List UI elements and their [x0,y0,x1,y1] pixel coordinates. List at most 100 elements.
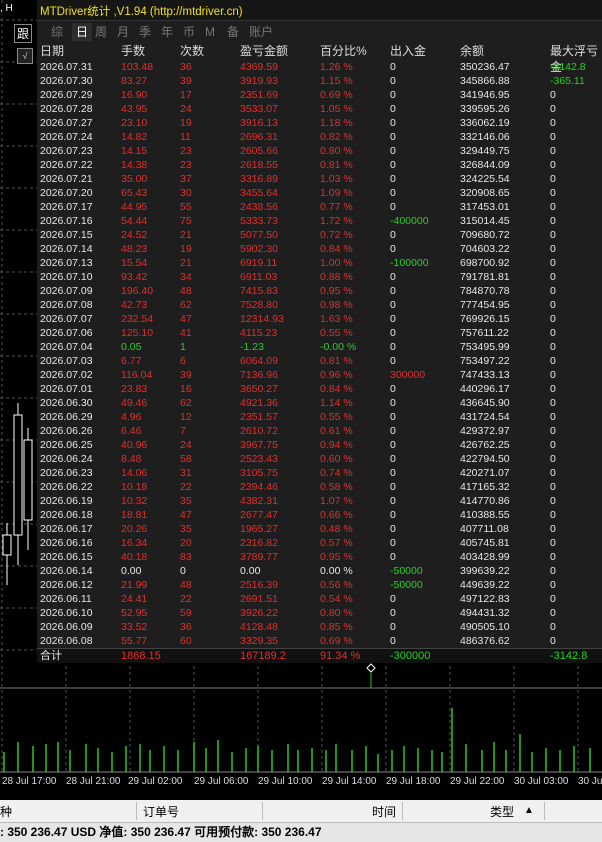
tab-7[interactable]: M [205,23,215,41]
table-row[interactable]: 2026.07.23 14.15 23 2605.66 0.80 % 0 329449.75… [37,144,602,158]
table-row[interactable]: 2026.06.09 33.52 36 4128.48 0.85 % 0 490505.10… [37,620,602,634]
table-cell: 407711.08 [460,523,509,535]
table-row[interactable]: 2026.06.16 16.34 20 2316.82 0.57 % 0 405745.81… [37,536,602,550]
tab-3[interactable]: 月 [117,23,129,41]
column-header[interactable]: 日期 [40,43,64,59]
table-row[interactable]: 2026.06.17 20.26 35 1965.27 0.48 % 0 407711.08… [37,522,602,536]
table-row[interactable]: 2026.07.08 42.73 62 7528.80 0.98 % 0 777454.95… [37,298,602,312]
table-row[interactable]: 2026.07.21 35.00 37 3316.89 1.03 % 0 324225.54… [37,172,602,186]
table-row[interactable]: 2026.06.29 4.96 12 2351.57 0.55 % 0 431724.54 0 [37,410,602,424]
table-cell: 62 [180,397,192,409]
table-cell: 1.15 % [320,75,353,87]
table-cell: 19 [180,117,192,129]
table-row[interactable]: 2026.06.22 10.18 22 2394.46 0.58 % 0 417165.32… [37,480,602,494]
table-cell: 20 [180,537,192,549]
table-row[interactable]: 2026.06.19 10.32 35 4382.31 1.07 % 0 414770.86… [37,494,602,508]
table-row[interactable]: 2026.07.06 125.10 41 4115.23 0.55 % 0 757611.2… [37,326,602,340]
table-row[interactable]: 2026.06.25 40.96 24 3967.75 0.94 % 0 426762.25… [37,438,602,452]
tab-9[interactable]: 账户 [249,23,273,41]
table-row[interactable]: 2026.07.01 23.83 16 3650.27 0.84 % 0 440296.17… [37,382,602,396]
sort-arrow-icon[interactable]: ▲ [524,805,534,816]
table-cell: 0 [550,383,556,395]
tab-6[interactable]: 币 [183,23,195,41]
table-cell: 0 [550,467,556,479]
table-row[interactable]: 2026.06.10 52.95 59 3926.22 0.80 % 0 494431.32… [37,606,602,620]
table-cell: 0 [390,173,396,185]
table-row[interactable]: 2026.07.04 0.05 1 -1.23 -0.00 % 0 753495.99 0 [37,340,602,354]
tab-2[interactable]: 周 [95,23,107,41]
table-row[interactable]: 2026.06.24 8.48 58 2523.43 0.60 % 0 422794.50 0 [37,452,602,466]
table-cell: 2026.06.14 [40,565,93,577]
table-row[interactable]: 2026.07.03 6.77 6 6064.09 0.81 % 0 753497.22 0 [37,354,602,368]
table-row[interactable]: 2026.06.15 40.18 83 3789.77 0.95 % 0 403428.99… [37,550,602,564]
table-row[interactable]: 2026.06.08 55.77 60 3329.35 0.69 % 0 486376.62… [37,634,602,648]
table-cell: 0 [390,439,396,451]
table-cell: 410388.55 [460,509,510,521]
table-row[interactable]: 2026.07.20 65.43 30 3455.64 1.09 % 0 320908.65… [37,186,602,200]
column-header[interactable]: 余额 [460,43,484,59]
col-order[interactable]: 订单号 [143,803,179,820]
tab-5[interactable]: 年 [161,23,173,41]
table-row[interactable]: 2026.06.14 0.00 0 0.00 0.00 % -50000 399639.22… [37,564,602,578]
table-cell: 5077.50 [240,229,278,241]
table-cell: 0 [390,635,396,647]
table-row[interactable]: 2026.06.18 18.81 47 2677.47 0.66 % 0 410388.55… [37,508,602,522]
col-type[interactable]: 类型 [490,803,514,820]
column-header[interactable]: 次数 [180,43,204,59]
checkmark-icon[interactable]: √ [17,48,33,64]
column-header[interactable]: 手数 [121,43,145,59]
table-cell: 0 [390,131,396,143]
table-row[interactable]: 2026.06.11 24.41 22 2691.51 0.54 % 0 497122.83… [37,592,602,606]
table-cell: 232.54 [121,313,154,325]
table-row[interactable]: 2026.06.12 21.99 48 2516.39 0.56 % -50000 4496… [37,578,602,592]
table-cell: 315014.45 [460,215,510,227]
table-row[interactable]: 2026.07.17 44.95 55 2438.56 0.77 % 0 317453.01… [37,200,602,214]
tab-8[interactable]: 备 [227,23,239,41]
table-cell: 21.99 [121,579,148,591]
table-row[interactable]: 2026.07.15 24.52 21 5077.50 0.72 % 0 709680.72… [37,228,602,242]
table-cell: 59 [180,607,192,619]
table-row[interactable]: 2026.07.31 103.48 36 4369.59 1.26 % 0 350236.4… [37,60,602,74]
table-cell: 2026.06.17 [40,523,93,535]
column-header[interactable]: 百分比% [320,43,367,59]
table-cell: 3105.75 [240,467,278,479]
table-row[interactable]: 2026.07.27 23.10 19 3916.13 1.18 % 0 336062.19… [37,116,602,130]
col-time[interactable]: 时间 [372,803,396,820]
column-header[interactable]: 最大浮亏金 [550,43,602,74]
table-row[interactable]: 2026.07.22 14.38 23 2618.55 0.81 % 0 326844.09… [37,158,602,172]
table-row[interactable]: 2026.07.14 48.23 19 5902.30 0.84 % 0 704603.22… [37,242,602,256]
table-row[interactable]: 2026.06.23 14.06 31 3105.75 0.74 % 0 420271.07… [37,466,602,480]
table-row[interactable]: 2026.07.16 54.44 75 5333.73 1.72 % -400000 315… [37,214,602,228]
table-row[interactable]: 2026.07.29 16.90 17 2351.69 0.69 % 0 341946.95… [37,88,602,102]
table-cell: 2026.06.12 [40,579,93,591]
table-row[interactable]: 2026.06.30 49.46 62 4921.36 1.14 % 0 436645.90… [37,396,602,410]
table-row[interactable]: 2026.06.26 6.46 7 2610.72 0.61 % 0 429372.97 0 [37,424,602,438]
table-row[interactable]: 2026.07.30 83.27 39 3919.93 1.15 % 0 345866.88… [37,74,602,88]
tab-fragment-label[interactable]: 跟 [14,24,33,43]
table-cell: 2026.07.31 [40,61,93,73]
stats-panel[interactable]: MTDriver统计 ,V1.94 (http://mtdriver.cn) 综… [37,0,602,663]
time-axis-label: 30 Jul 03:00 [514,776,569,787]
column-header[interactable]: 盈亏金额 [240,43,288,59]
table-cell: 48 [180,285,192,297]
table-row[interactable]: 2026.07.13 15.54 21 6919.11 1.00 % -100000 698… [37,256,602,270]
table-cell: 2026.06.08 [40,635,93,647]
table-cell: 329449.75 [460,145,510,157]
column-header[interactable]: 出入金 [390,43,426,59]
tab-1[interactable]: 日 [72,23,93,41]
col-symbol[interactable]: 种 [0,803,12,820]
table-row[interactable]: 2026.07.02 116.04 39 7136.96 0.96 % 300000 747… [37,368,602,382]
table-cell: 2026.07.17 [40,201,93,213]
tab-0[interactable]: 综 [51,23,63,41]
table-row[interactable]: 2026.07.28 43.95 24 3533.07 1.05 % 0 339595.26… [37,102,602,116]
table-row[interactable]: 2026.07.24 14.82 11 2696.31 0.82 % 0 332146.06… [37,130,602,144]
tab-4[interactable]: 季 [139,23,151,41]
table-cell: 2026.07.16 [40,215,93,227]
table-cell: 39 [180,369,192,381]
table-row[interactable]: 2026.07.09 196.40 48 7415.83 0.95 % 0 784870.7… [37,284,602,298]
table-row[interactable]: 2026.07.10 93.42 34 6911.03 0.88 % 0 791781.81… [37,270,602,284]
table-cell: 345866.88 [460,75,510,87]
panel-title-bar[interactable]: MTDriver统计 ,V1.94 (http://mtdriver.cn) [37,0,602,21]
table-row[interactable]: 2026.07.07 232.54 47 12314.93 1.63 % 0 769926.… [37,312,602,326]
table-cell: 1.07 % [320,495,353,507]
